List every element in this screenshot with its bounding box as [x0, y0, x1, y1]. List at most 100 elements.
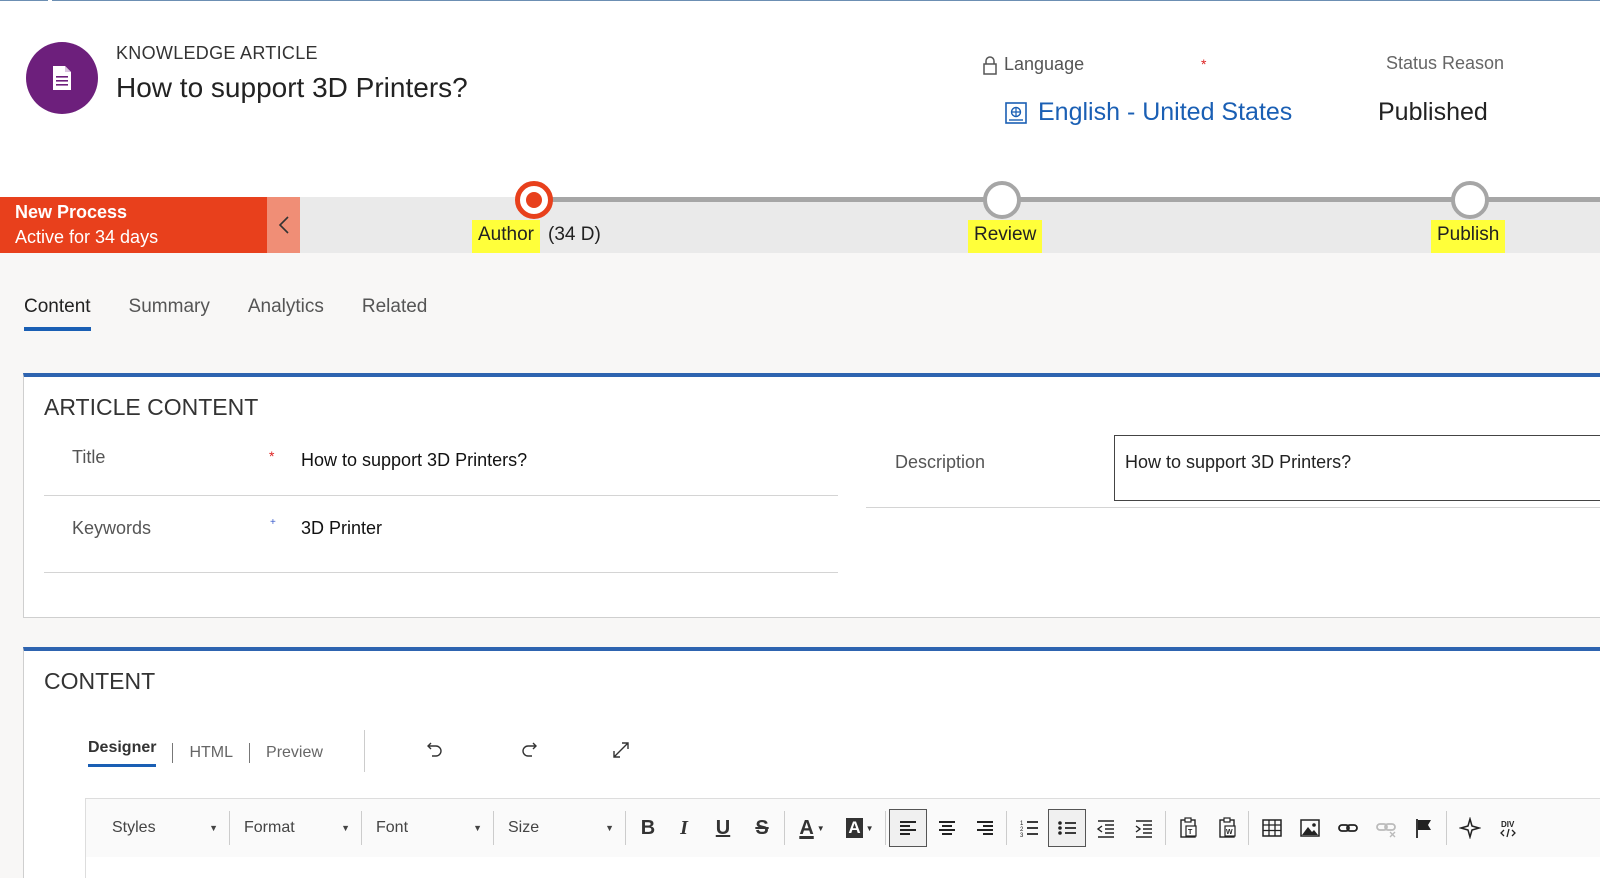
language-label-text: Language [1004, 54, 1085, 74]
font-color-label: A [799, 816, 814, 839]
keywords-recommended-mark: + [270, 517, 276, 528]
chevron-left-icon [278, 216, 289, 234]
font-color-button[interactable]: A ▼ [792, 812, 832, 844]
insert-image-button[interactable] [1294, 812, 1326, 844]
numbered-list-button[interactable]: 123 [1013, 812, 1045, 844]
increase-indent-icon [1135, 820, 1152, 838]
process-collapse-button[interactable] [267, 197, 300, 253]
expand-editor-button[interactable] [609, 738, 633, 762]
increase-indent-button[interactable] [1128, 812, 1160, 844]
lock-icon [983, 55, 997, 75]
content-section-title: CONTENT [44, 668, 156, 694]
font-dropdown[interactable]: Font ▼ [376, 814, 482, 842]
paste-text-button[interactable]: T [1173, 812, 1205, 844]
format-dropdown[interactable]: Format ▼ [244, 814, 350, 842]
chevron-down-icon: ▼ [605, 823, 614, 833]
language-value-text: English - United States [1038, 98, 1293, 126]
format-dropdown-label: Format [244, 819, 295, 836]
toolbar-separator [1165, 811, 1166, 845]
toolbar-separator [361, 811, 362, 845]
process-flag[interactable]: New Process Active for 34 days [0, 197, 267, 253]
language-field-label: Language [982, 54, 1084, 75]
insert-table-button[interactable] [1256, 812, 1288, 844]
align-center-button[interactable] [931, 812, 963, 844]
editor-tab-preview[interactable]: Preview [249, 742, 339, 763]
numbered-list-icon: 123 [1020, 821, 1038, 839]
unlink-icon [1376, 823, 1396, 838]
description-textarea[interactable]: How to support 3D Printers? [1114, 435, 1600, 501]
editor-tab-designer[interactable]: Designer [88, 738, 172, 767]
bulleted-list-button[interactable] [1048, 809, 1086, 847]
svg-text:W: W [1226, 829, 1233, 836]
expand-icon [613, 742, 629, 758]
editor-canvas[interactable] [85, 857, 1600, 878]
title-field-label: Title [72, 447, 106, 467]
stage-author-label[interactable]: Author [472, 220, 540, 256]
insert-link-button[interactable] [1332, 812, 1364, 844]
process-active-duration: Active for 34 days [15, 227, 159, 247]
stage-publish-label[interactable]: Publish [1431, 220, 1506, 256]
underline-button[interactable]: U [707, 812, 739, 844]
decrease-indent-button[interactable] [1090, 812, 1122, 844]
undo-button[interactable] [423, 738, 447, 762]
align-right-button[interactable] [969, 812, 1001, 844]
toolbar-separator [229, 811, 230, 845]
tab-analytics[interactable]: Analytics [248, 296, 324, 331]
link-icon [1338, 824, 1358, 832]
bold-button[interactable]: B [632, 812, 664, 844]
chevron-down-icon: ▼ [865, 823, 874, 833]
toolbar-separator [784, 811, 785, 845]
tab-summary[interactable]: Summary [129, 296, 210, 331]
paste-text-icon: T [1180, 817, 1197, 838]
bulleted-list-icon [1058, 821, 1076, 835]
redo-button[interactable] [517, 738, 541, 762]
tab-related[interactable]: Related [362, 296, 428, 331]
entity-avatar [26, 42, 98, 114]
toolbar-separator [493, 811, 494, 845]
toolbar-separator [1446, 811, 1447, 845]
stage-author-duration: (34 D) [548, 224, 601, 245]
language-required-mark: * [1201, 56, 1207, 72]
decrease-indent-icon [1096, 820, 1114, 838]
stage-review-marker[interactable] [983, 181, 1021, 219]
italic-button[interactable]: I [668, 812, 700, 844]
description-field-label: Description [895, 452, 986, 472]
div-container-icon: DIV [1500, 820, 1516, 838]
svg-text:T: T [1188, 829, 1193, 836]
create-div-button[interactable]: DIV [1492, 812, 1524, 844]
insert-anchor-button[interactable] [1408, 812, 1440, 844]
chevron-down-icon: ▼ [473, 823, 482, 833]
title-field-divider [44, 495, 838, 496]
background-color-button[interactable]: A ▼ [840, 812, 880, 844]
description-field-divider [866, 507, 1600, 508]
styles-dropdown-label: Styles [112, 819, 156, 836]
special-format-button[interactable] [1454, 812, 1486, 844]
stage-author-marker[interactable] [515, 181, 553, 219]
size-dropdown[interactable]: Size ▼ [508, 814, 614, 842]
editor-tabs-separator [364, 730, 365, 772]
top-border [0, 0, 1600, 1]
editor-tab-html[interactable]: HTML [172, 742, 249, 763]
keywords-field-value[interactable]: 3D Printer [301, 518, 382, 539]
remove-link-button[interactable] [1370, 812, 1402, 844]
strikethrough-button[interactable]: S [746, 812, 778, 844]
tab-content[interactable]: Content [24, 296, 91, 331]
styles-dropdown[interactable]: Styles ▼ [112, 814, 218, 842]
entity-type-label: KNOWLEDGE ARTICLE [116, 43, 318, 63]
image-icon [1300, 819, 1320, 837]
align-left-button[interactable] [889, 809, 927, 847]
title-field-value[interactable]: How to support 3D Printers? [301, 450, 527, 471]
flag-icon [1416, 819, 1431, 838]
size-dropdown-label: Size [508, 819, 540, 836]
document-icon [53, 66, 71, 90]
rich-text-toolbar: Styles ▼ Format ▼ Font ▼ Size ▼ B I U S … [85, 798, 1600, 858]
chevron-down-icon: ▼ [816, 823, 825, 833]
stage-review-label[interactable]: Review [968, 220, 1043, 256]
status-reason-value[interactable]: Published [1378, 98, 1488, 127]
record-title: How to support 3D Printers? [116, 72, 468, 103]
redo-icon [522, 742, 537, 757]
font-dropdown-label: Font [376, 819, 409, 836]
paste-word-button[interactable]: W [1212, 812, 1244, 844]
language-lookup-value[interactable]: English - United States [1004, 98, 1292, 127]
stage-publish-marker[interactable] [1451, 181, 1489, 219]
